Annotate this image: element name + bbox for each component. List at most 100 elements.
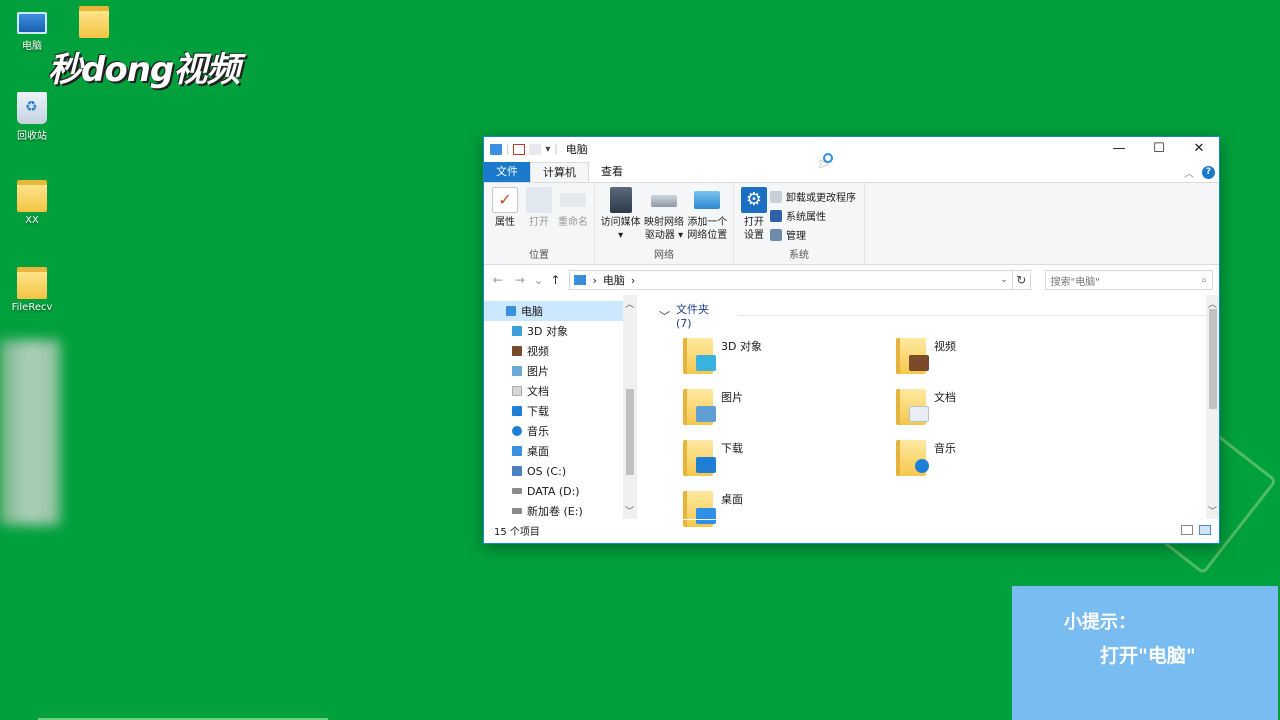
computer-icon: [506, 306, 516, 316]
scroll-down-icon[interactable]: ﹀: [1208, 504, 1217, 517]
maximize-button[interactable]: ☐: [1139, 137, 1179, 161]
scroll-down-icon[interactable]: ﹀: [625, 504, 634, 517]
breadcrumb-sep[interactable]: ›: [631, 274, 635, 287]
nav-item-3d-objects[interactable]: 3D 对象: [484, 321, 637, 341]
folder-item-documents[interactable]: 文档: [896, 389, 1109, 426]
details-view-icon[interactable]: [1181, 525, 1193, 535]
search-icon: ⌕: [1201, 274, 1207, 286]
music-icon: [512, 426, 522, 436]
3d-objects-icon: [512, 326, 522, 336]
scroll-thumb[interactable]: [626, 389, 634, 475]
nav-item-downloads[interactable]: 下载: [484, 401, 637, 421]
desktop-icon-label: XX: [25, 215, 39, 226]
downloads-folder-icon: [683, 440, 716, 476]
drive-icon: [512, 488, 522, 494]
folder-item-pictures[interactable]: 图片: [683, 389, 896, 426]
tip-title: 小提示：: [1064, 612, 1136, 633]
nav-item-pictures[interactable]: 图片: [484, 361, 637, 381]
nav-item-documents[interactable]: 文档: [484, 381, 637, 401]
recycle-bin-icon: [17, 92, 47, 124]
ribbon-group-system: ⚙ 打开 设置 卸载或更改程序 系统属性 管理 系统: [734, 183, 865, 264]
title-bar[interactable]: | ▾ | 电脑 — ☐ ✕: [484, 137, 1219, 161]
pictures-icon: [512, 366, 522, 376]
forward-button[interactable]: →: [512, 273, 528, 287]
desktop-icon-filerecv[interactable]: FileRecv: [0, 267, 64, 313]
uninstall-program-button[interactable]: 卸载或更改程序: [770, 189, 856, 204]
videos-icon: [512, 346, 522, 356]
rename-icon: [560, 193, 586, 207]
nav-scrollbar[interactable]: ︿ ﹀: [623, 295, 637, 519]
tab-view[interactable]: 查看: [589, 162, 635, 182]
nav-item-music[interactable]: 音乐: [484, 421, 637, 441]
manage-button[interactable]: 管理: [770, 227, 856, 242]
settings-gear-icon: ⚙: [741, 187, 767, 213]
customize-quick-access-icon[interactable]: ▾: [545, 144, 550, 155]
video-watermark: 秒dong视频: [48, 50, 240, 90]
item-count: 15 个项目: [494, 527, 540, 538]
3d-objects-folder-icon: [683, 338, 716, 374]
folder-icon: [17, 267, 47, 299]
section-header-folders[interactable]: ﹀ 文件夹 (7): [659, 301, 1219, 330]
scroll-thumb[interactable]: [1209, 309, 1217, 409]
scroll-up-icon[interactable]: ︿: [625, 297, 634, 310]
chevron-down-icon[interactable]: ﹀: [659, 308, 670, 324]
back-button[interactable]: ←: [490, 273, 506, 287]
blurred-region: [0, 340, 60, 525]
ribbon: ✓ 属性 打开 重命名 位置 访问媒体 ▾ 映射网络 驱动器 ▾ 添加一个 网络…: [484, 182, 1219, 265]
search-input[interactable]: 搜索"电脑" ⌕: [1044, 270, 1213, 290]
refresh-button[interactable]: ↻: [1012, 270, 1031, 290]
mouse-pointer-icon: ➤: [818, 157, 829, 172]
content-scrollbar[interactable]: ︿ ﹀: [1206, 295, 1219, 519]
pictures-folder-icon: [683, 389, 716, 425]
desktop-icon-folder[interactable]: [62, 6, 126, 41]
windows-drive-icon: [512, 466, 522, 476]
downloads-icon: [512, 406, 522, 416]
tab-file[interactable]: 文件: [484, 162, 530, 182]
recent-locations-button[interactable]: ⌄: [534, 273, 544, 287]
properties-icon[interactable]: [513, 143, 526, 155]
folder-item-music[interactable]: 音乐: [896, 440, 1109, 477]
nav-item-videos[interactable]: 视频: [484, 341, 637, 361]
network-location-icon: [694, 191, 721, 209]
breadcrumb-item[interactable]: 电脑: [603, 272, 625, 288]
explorer-window: | ▾ | 电脑 — ☐ ✕ 文件 计算机 查看 ︿ ? ✓ 属性 打开 重命名…: [483, 136, 1220, 544]
ribbon-group-location: ✓ 属性 打开 重命名 位置: [484, 183, 595, 264]
computer-icon: [490, 143, 502, 155]
folder-item-downloads[interactable]: 下载: [683, 440, 896, 477]
tip-box: 小提示： 打开"电脑": [1012, 586, 1278, 720]
up-button[interactable]: ↑: [548, 273, 564, 287]
drive-icon: [512, 508, 522, 514]
computer-icon: [574, 275, 587, 285]
documents-folder-icon: [896, 389, 929, 425]
large-icons-view-icon[interactable]: [1199, 525, 1211, 535]
ribbon-group-network: 访问媒体 ▾ 映射网络 驱动器 ▾ 添加一个 网络位置 网络: [595, 183, 734, 264]
navigation-bar: ← → ⌄ ↑ › 电脑 › ⌄ ↻ 搜索"电脑" ⌕: [484, 265, 1219, 295]
folder-item-3d-objects[interactable]: 3D 对象: [683, 338, 896, 375]
music-folder-icon: [896, 440, 929, 476]
desktop-icon-recycle-bin[interactable]: 回收站: [0, 92, 64, 142]
new-folder-icon[interactable]: [529, 143, 542, 155]
desktop-icon-xx[interactable]: XX: [0, 180, 64, 226]
documents-icon: [512, 386, 522, 396]
collapse-ribbon-icon[interactable]: ︿: [1184, 165, 1194, 180]
folder-item-videos[interactable]: 视频: [896, 338, 1109, 375]
nav-item-drive-e[interactable]: 新加卷 (E:): [484, 501, 637, 521]
address-bar[interactable]: › 电脑 › ⌄: [569, 270, 1013, 290]
nav-item-drive-c[interactable]: OS (C:): [484, 461, 637, 481]
system-properties-button[interactable]: 系统属性: [770, 208, 856, 223]
help-icon[interactable]: ?: [1202, 166, 1215, 179]
group-label: 系统: [789, 250, 809, 261]
nav-item-this-pc[interactable]: 电脑: [484, 301, 636, 321]
nav-item-drive-d[interactable]: DATA (D:): [484, 481, 637, 501]
breadcrumb-sep: ›: [592, 273, 597, 287]
desktop-icon: [512, 446, 522, 456]
nav-item-desktop[interactable]: 桌面: [484, 441, 637, 461]
content-pane: ﹀ 文件夹 (7) 3D 对象 视频 图片 文档 下载 音乐 桌面 ︿ ﹀: [637, 295, 1219, 527]
quick-access-toolbar: | ▾ |: [490, 143, 558, 155]
tab-computer[interactable]: 计算机: [530, 162, 589, 182]
minimize-button[interactable]: —: [1099, 137, 1139, 161]
address-dropdown-icon[interactable]: ⌄: [1000, 275, 1008, 285]
close-button[interactable]: ✕: [1179, 137, 1219, 161]
media-icon: [609, 187, 632, 213]
open-icon: [526, 187, 552, 213]
